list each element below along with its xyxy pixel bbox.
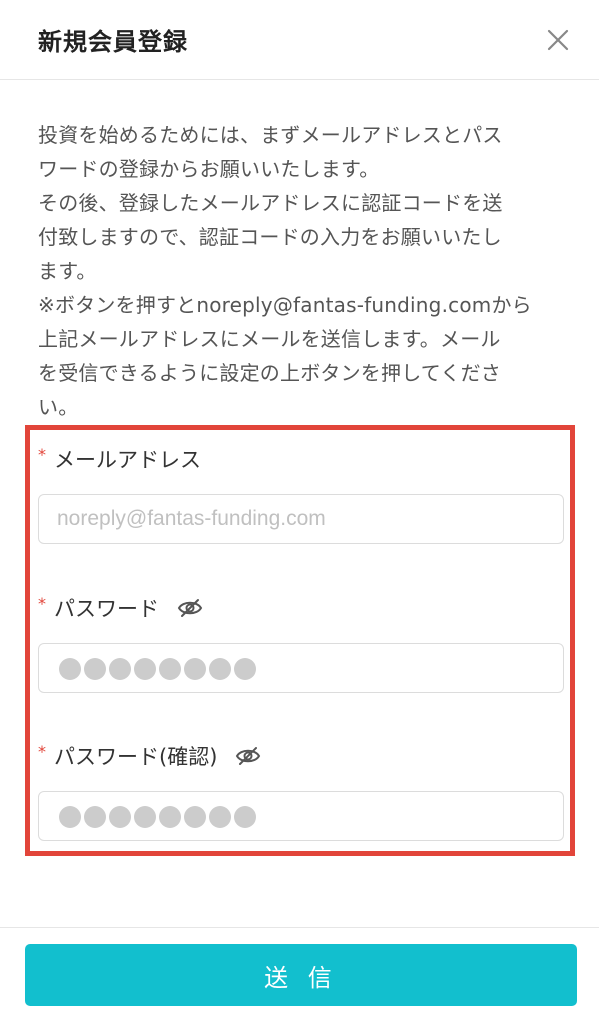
- eye-slash-icon[interactable]: [235, 745, 261, 767]
- submit-button[interactable]: 送 信: [25, 944, 577, 1006]
- password-dot: [134, 658, 156, 680]
- password-dot: [209, 658, 231, 680]
- password-dot: [209, 806, 231, 828]
- password-dot: [59, 658, 81, 680]
- password-label: * パスワード: [38, 593, 203, 623]
- eye-slash-icon[interactable]: [177, 597, 203, 619]
- email-label: * メールアドレス: [38, 444, 201, 474]
- password-dot: [109, 658, 131, 680]
- password-confirm-label-text: パスワード(確認): [54, 745, 218, 769]
- intro-text: 投資を始めるためには、まずメールアドレスとパス ワードの登録からお願いいたします…: [38, 123, 532, 419]
- password-confirm-input[interactable]: [38, 791, 564, 841]
- password-dot: [184, 806, 206, 828]
- password-dot: [159, 658, 181, 680]
- password-dot: [109, 806, 131, 828]
- email-input[interactable]: [38, 494, 564, 544]
- password-dot: [59, 806, 81, 828]
- email-label-text: メールアドレス: [54, 448, 201, 472]
- page-title: 新規会員登録: [38, 28, 188, 56]
- password-dot: [84, 658, 106, 680]
- required-mark: *: [38, 741, 46, 761]
- password-label-text: パスワード: [54, 597, 159, 621]
- password-dot: [134, 806, 156, 828]
- password-dot: [184, 658, 206, 680]
- password-mask: [59, 658, 256, 680]
- password-dot: [234, 806, 256, 828]
- password-dot: [159, 806, 181, 828]
- modal-header: 新規会員登録: [0, 0, 599, 80]
- close-icon: [547, 29, 569, 51]
- password-dot: [234, 658, 256, 680]
- close-button[interactable]: [540, 22, 576, 58]
- required-mark: *: [38, 444, 46, 464]
- password-input[interactable]: [38, 643, 564, 693]
- password-confirm-mask: [59, 806, 256, 828]
- footer-divider: [0, 927, 599, 928]
- password-confirm-label: * パスワード(確認): [38, 741, 261, 771]
- required-mark: *: [38, 593, 46, 613]
- password-dot: [84, 806, 106, 828]
